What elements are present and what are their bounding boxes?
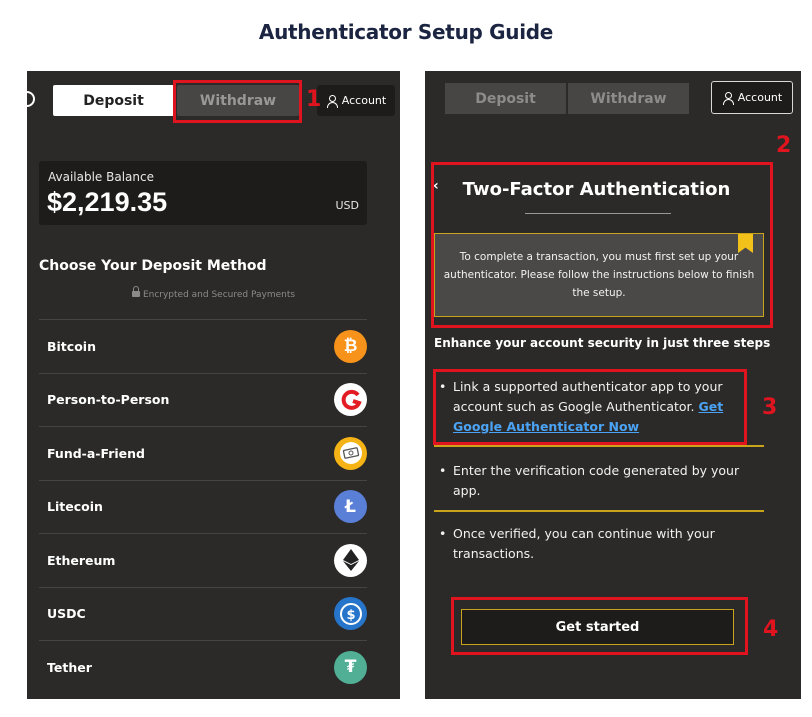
person-to-person-icon — [334, 383, 367, 417]
step-divider — [434, 445, 764, 447]
tab-withdraw[interactable]: Withdraw — [568, 83, 689, 114]
deposit-method-label: Person-to-Person — [47, 392, 170, 408]
annotation-3: 3 — [762, 395, 778, 420]
deposit-screen: Deposit Withdraw Account Available Balan… — [27, 71, 400, 699]
account-button[interactable]: Account — [711, 81, 793, 114]
bitcoin-icon: ₿ — [334, 329, 367, 363]
deposit-method-row[interactable]: Ethereum — [39, 533, 367, 587]
annotation-1: 1 — [306, 87, 322, 112]
search-icon[interactable] — [27, 91, 35, 107]
balance-amount: $2,219.35 — [47, 187, 168, 217]
balance-currency: USD — [335, 199, 359, 212]
deposit-method-label: USDC — [47, 606, 86, 622]
account-label: Account — [737, 91, 783, 104]
step-3: Once verified, you can continue with you… — [437, 524, 765, 564]
tab-deposit[interactable]: Deposit — [445, 83, 566, 114]
deposit-method-row[interactable]: Tether ₮ — [39, 640, 367, 694]
highlight-box-4 — [451, 597, 748, 655]
step-2: Enter the verification code generated by… — [437, 461, 765, 501]
step-2-text: Enter the verification code generated by… — [453, 463, 740, 498]
user-icon — [326, 94, 338, 108]
lock-icon — [131, 285, 140, 297]
deposit-method-label: Ethereum — [47, 552, 116, 568]
deposit-method-label: Bitcoin — [47, 338, 96, 354]
balance-label: Available Balance — [48, 170, 154, 184]
highlight-box-3 — [433, 369, 747, 445]
highlight-box-2 — [431, 162, 773, 328]
deposit-method-label: Tether — [47, 659, 92, 675]
step-3-text: Once verified, you can continue with you… — [453, 526, 715, 561]
account-label: Account — [341, 94, 387, 107]
deposit-method-row[interactable]: Person-to-Person — [39, 372, 367, 427]
deposit-method-row[interactable]: USDC $ — [39, 586, 367, 641]
ethereum-icon — [334, 543, 367, 577]
deposit-method-row[interactable]: Fund-a-Friend — [39, 426, 367, 480]
tether-icon: ₮ — [334, 650, 367, 684]
guide-title: Authenticator Setup Guide — [258, 20, 554, 44]
step-divider — [434, 510, 764, 512]
usdc-icon: $ — [334, 597, 367, 631]
deposit-method-label: Litecoin — [47, 499, 103, 515]
balance-card: Available Balance $2,219.35 USD — [39, 161, 367, 225]
highlight-box-1 — [173, 80, 302, 123]
deposit-method-list: Bitcoin ₿ Person-to-Person Fund-a-Friend Lit… — [39, 319, 367, 694]
secure-payments-note: Encrypted and Secured Payments — [27, 285, 400, 300]
annotation-4: 4 — [763, 617, 779, 642]
account-button[interactable]: Account — [317, 85, 395, 116]
two-factor-screen: Deposit Withdraw Account ‹ Two-Factor Au… — [425, 71, 801, 699]
deposit-method-heading: Choose Your Deposit Method — [39, 258, 267, 274]
user-icon — [722, 91, 734, 105]
fund-a-friend-icon — [334, 436, 367, 470]
deposit-method-row[interactable]: Bitcoin ₿ — [39, 319, 367, 373]
tab-deposit[interactable]: Deposit — [53, 85, 174, 116]
security-steps-heading: Enhance your account security in just th… — [434, 336, 771, 350]
svg-text:$: $ — [346, 608, 355, 623]
annotation-2: 2 — [776, 133, 792, 158]
secure-payments-text: Encrypted and Secured Payments — [142, 290, 296, 300]
deposit-method-row[interactable]: Litecoin Ł — [39, 479, 367, 534]
litecoin-icon: Ł — [334, 490, 367, 524]
deposit-method-label: Fund-a-Friend — [47, 445, 145, 461]
